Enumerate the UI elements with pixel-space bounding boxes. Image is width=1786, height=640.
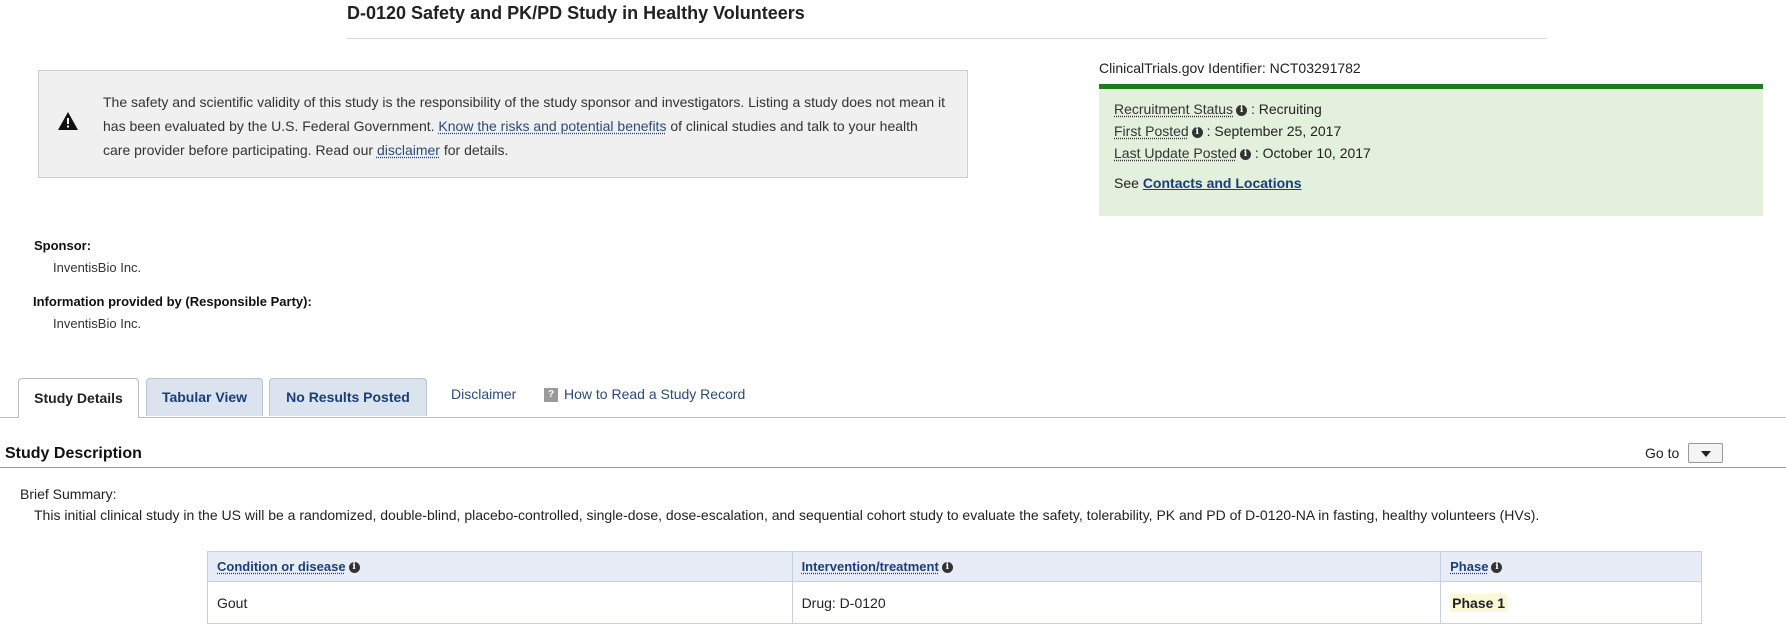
info-icon[interactable]: i: [941, 562, 953, 574]
caret-down-icon: [1701, 451, 1711, 457]
first-posted-label[interactable]: First Posted: [1114, 123, 1189, 139]
column-header-intervention: Intervention/treatment i: [791, 551, 1442, 582]
how-to-read-link[interactable]: ? How to Read a Study Record: [544, 386, 746, 403]
tab-study-details[interactable]: Study Details: [18, 378, 139, 418]
status-box: Recruitment Status i : Recruiting First P…: [1099, 84, 1763, 216]
responsible-party-label: Information provided by (Responsible Par…: [33, 294, 312, 309]
phase-cell: Phase 1: [1440, 581, 1702, 624]
last-update-label[interactable]: Last Update Posted: [1114, 145, 1237, 161]
disclaimer-text: The safety and scientific validity of th…: [103, 90, 948, 162]
column-header-condition-label[interactable]: Condition or disease: [217, 559, 346, 574]
info-icon[interactable]: i: [1191, 126, 1203, 138]
column-header-intervention-label[interactable]: Intervention/treatment: [802, 559, 939, 574]
clinicaltrials-identifier: ClinicalTrials.gov Identifier: NCT032917…: [1099, 60, 1361, 76]
first-posted-value: September 25, 2017: [1214, 123, 1342, 139]
page-title: D-0120 Safety and PK/PD Study in Healthy…: [347, 3, 805, 23]
goto-label: Go to: [1645, 445, 1680, 461]
condition-cell: Gout: [207, 581, 793, 624]
identifier-label: ClinicalTrials.gov Identifier:: [1099, 60, 1266, 76]
info-icon[interactable]: i: [348, 562, 360, 574]
info-icon[interactable]: i: [1236, 104, 1248, 116]
separator: :: [1254, 145, 1259, 161]
recruitment-status-label[interactable]: Recruitment Status: [1114, 101, 1233, 117]
column-header-condition: Condition or disease i: [207, 551, 793, 582]
see-contacts-row: See Contacts and Locations: [1114, 175, 1302, 191]
last-update-value: October 10, 2017: [1262, 145, 1371, 161]
see-label: See: [1114, 175, 1139, 191]
sponsor-value: InventisBio Inc.: [53, 260, 142, 275]
disclaimer-text-part3: for details.: [443, 142, 509, 158]
brief-summary-text: This initial clinical study in the US wi…: [34, 507, 1540, 523]
responsible-party-value: InventisBio Inc.: [53, 316, 142, 331]
section-title: Study Description: [5, 445, 142, 462]
separator: :: [1250, 101, 1255, 117]
info-icon[interactable]: i: [1239, 148, 1251, 160]
info-icon[interactable]: i: [1491, 562, 1503, 574]
column-header-phase-label[interactable]: Phase: [1450, 559, 1488, 574]
tab-tabular-view[interactable]: Tabular View: [146, 378, 263, 416]
intervention-cell: Drug: D-0120: [791, 581, 1442, 624]
title-divider: [347, 38, 1547, 39]
brief-summary-label: Brief Summary:: [20, 486, 117, 502]
separator: :: [1206, 123, 1211, 139]
how-to-read-label: How to Read a Study Record: [564, 386, 746, 402]
recruitment-status-value: Recruiting: [1258, 101, 1322, 117]
last-update-row: Last Update Posted i : October 10, 2017: [1114, 145, 1371, 161]
question-mark-icon: ?: [544, 388, 558, 403]
phase-value: Phase 1: [1450, 593, 1508, 612]
tab-no-results-posted[interactable]: No Results Posted: [269, 378, 427, 416]
tabs-divider: [0, 417, 1786, 418]
table-header-row: Condition or disease i Intervention/treat…: [207, 551, 1702, 582]
first-posted-row: First Posted i : September 25, 2017: [1114, 123, 1341, 139]
column-header-phase: Phase i: [1440, 551, 1702, 582]
section-divider: [0, 467, 1786, 468]
disclaimer-box: The safety and scientific validity of th…: [38, 70, 968, 178]
risks-benefits-link[interactable]: Know the risks and potential benefits: [438, 118, 666, 134]
tab-disclaimer[interactable]: Disclaimer: [451, 386, 516, 402]
goto-dropdown[interactable]: [1688, 443, 1723, 463]
conditions-table: Condition or disease i Intervention/treat…: [207, 551, 1702, 624]
identifier-value: NCT03291782: [1269, 60, 1361, 76]
table-row: Gout Drug: D-0120 Phase 1: [207, 581, 1702, 624]
disclaimer-link[interactable]: disclaimer: [377, 142, 440, 158]
recruitment-status-row: Recruitment Status i : Recruiting: [1114, 101, 1322, 117]
sponsor-label: Sponsor:: [34, 238, 92, 253]
contacts-locations-link[interactable]: Contacts and Locations: [1143, 175, 1302, 191]
warning-triangle-icon: [58, 112, 78, 130]
